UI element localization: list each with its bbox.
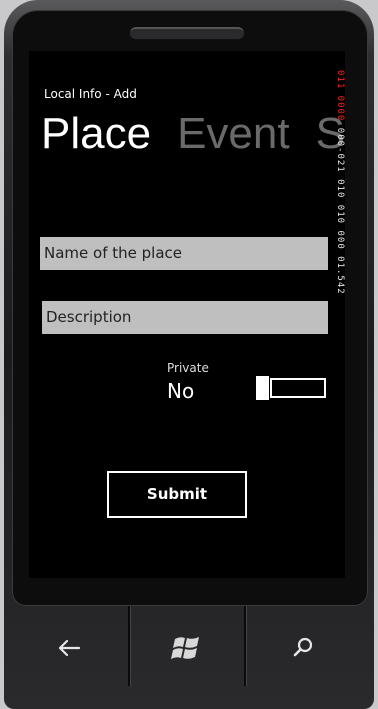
private-label: Private xyxy=(167,361,209,375)
private-value: No xyxy=(167,379,195,403)
hardware-back-button[interactable] xyxy=(12,604,126,692)
submit-button[interactable]: Submit xyxy=(107,471,247,518)
pivot-item-place[interactable]: Place xyxy=(41,109,151,158)
hardware-button-bar xyxy=(12,604,358,692)
debug-counter-white: 000-021 010 010 000 01.542 xyxy=(335,127,345,295)
debug-counter-red: 011 0000 xyxy=(335,70,345,122)
phone-screen: Local Info - Add PlaceEventSe Name of th… xyxy=(29,51,345,578)
pivot-header: PlaceEventSe xyxy=(41,108,345,160)
private-toggle-thumb[interactable] xyxy=(256,376,269,400)
description-input[interactable]: Description xyxy=(42,301,328,334)
windows-logo-icon xyxy=(171,637,199,659)
back-arrow-icon xyxy=(58,639,81,657)
hardware-start-button[interactable] xyxy=(130,604,244,692)
app-title: Local Info - Add xyxy=(44,87,137,101)
pivot-item-event[interactable]: Event xyxy=(177,109,290,158)
search-icon xyxy=(293,637,313,657)
frame-rate-counter: 011 0000 000-021 010 010 000 01.542 xyxy=(334,70,346,320)
earpiece-speaker xyxy=(130,27,244,40)
private-toggle-switch[interactable] xyxy=(270,378,326,398)
hardware-search-button[interactable] xyxy=(246,604,360,692)
place-name-input[interactable]: Name of the place xyxy=(40,237,328,270)
